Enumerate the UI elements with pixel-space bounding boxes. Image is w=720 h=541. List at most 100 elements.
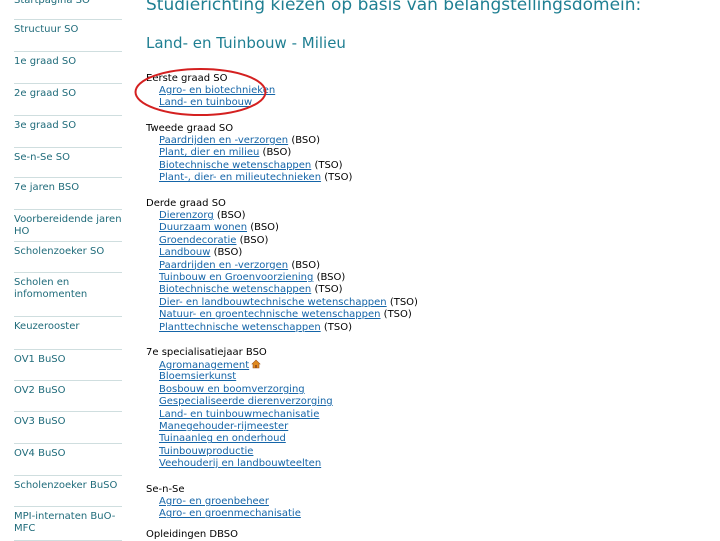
education-type-label: (TSO) [324, 172, 353, 184]
study-option-row: Plant, dier en milieu (BSO) [159, 147, 291, 159]
sidebar-item[interactable]: Scholen en infomomenten [14, 277, 122, 301]
sidebar-divider [14, 475, 122, 476]
study-option-row: Duurzaam wonen (BSO) [159, 222, 279, 234]
sidebar-item[interactable]: OV3 BuSO [14, 416, 122, 428]
study-option-row: Plant-, dier- en milieutechnieken (TSO) [159, 172, 352, 184]
sidebar-divider [14, 443, 122, 444]
study-option-row: Agro- en groenbeheer [159, 496, 269, 508]
study-option-row: Paardrijden en -verzorgen (BSO) [159, 260, 320, 272]
group-heading: 7e specialisatiejaar BSO [146, 347, 267, 358]
sidebar-item[interactable]: Se-n-Se SO [14, 152, 122, 164]
sidebar-nav: Startpagina SO Structuur SO 1e graad SO 2e … [0, 0, 127, 541]
study-option-row: Tuinbouwproductie [159, 446, 253, 458]
study-option-row: Gespecialiseerde dierenverzorging [159, 396, 333, 408]
study-option-row: Land- en tuinbouwmechanisatie [159, 409, 319, 421]
page-title: Studierichting kiezen op basis van belan… [146, 0, 642, 15]
sidebar-item[interactable]: OV4 BuSO [14, 448, 122, 460]
group-heading: Opleidingen DBSO [146, 529, 239, 540]
study-option-row: Groendecoratie (BSO) [159, 235, 268, 247]
study-option-row: Veehouderij en landbouwteelten [159, 458, 321, 470]
education-type-label: (BSO) [291, 135, 321, 146]
group-heading: Se-n-Se [146, 484, 185, 495]
sidebar-divider [14, 19, 122, 20]
education-type-label: (BSO) [262, 147, 292, 159]
education-type-label: (BSO) [250, 222, 279, 234]
study-option-row: Natuur- en groentechnische wetenschappen… [159, 309, 412, 321]
sidebar-divider [14, 241, 122, 242]
study-option-row: Agro- en biotechnieken [159, 85, 275, 97]
sidebar-divider [14, 316, 122, 317]
sidebar-item[interactable]: Keuzerooster [14, 321, 122, 333]
education-type-label: (TSO) [389, 296, 418, 308]
study-link[interactable]: Duurzaam wonen [159, 222, 247, 233]
group-heading: Tweede graad SO [146, 123, 234, 134]
study-link[interactable]: Plant-, dier- en milieutechnieken [159, 172, 321, 183]
study-option-row: Dierenzorg (BSO) [159, 210, 246, 222]
sidebar-divider [14, 115, 122, 116]
study-option-row: Planttechnische wetenschappen (TSO) [159, 322, 352, 334]
study-link[interactable]: Gespecialiseerde dierenverzorging [159, 396, 333, 407]
sidebar-divider [14, 411, 122, 412]
group-heading: Derde graad SO [146, 198, 226, 209]
main-content: Studierichting kiezen op basis van belan… [146, 0, 720, 540]
study-link[interactable]: Bloemsierkunst [159, 371, 236, 382]
study-link[interactable]: Groendecoratie [159, 235, 236, 246]
study-link[interactable]: Agromanagement [159, 360, 249, 371]
education-type-label: (TSO) [314, 159, 343, 171]
study-option-row: Landbouw (BSO) [159, 247, 242, 259]
education-type-label: (BSO) [291, 259, 321, 271]
sidebar-item[interactable]: MPI-internaten BuO-MFC [14, 511, 122, 535]
sidebar-item[interactable]: Structuur SO [14, 24, 122, 36]
sidebar-item[interactable]: OV1 BuSO [14, 354, 122, 366]
sidebar-divider [14, 147, 122, 148]
study-link[interactable]: Paardrijden en -verzorgen [159, 260, 288, 271]
study-link[interactable]: Agro- en groenbeheer [159, 496, 269, 507]
study-link[interactable]: Agro- en biotechnieken [159, 85, 275, 96]
sidebar-item[interactable]: 1e graad SO [14, 56, 122, 68]
sidebar-divider [14, 209, 122, 210]
study-link[interactable]: Land- en tuinbouw [159, 97, 252, 108]
sidebar-item[interactable]: Startpagina SO [14, 0, 122, 7]
sidebar-item[interactable]: Scholenzoeker SO [14, 246, 122, 258]
sidebar-divider [14, 83, 122, 84]
domain-title: Land- en Tuinbouw - Milieu [146, 34, 346, 52]
study-option-row: Biotechnische wetenschappen (TSO) [159, 160, 343, 172]
study-link[interactable]: Biotechnische wetenschappen [159, 160, 311, 171]
study-link[interactable]: Manegehouder-rijmeester [159, 421, 288, 432]
education-type-label: (TSO) [323, 321, 353, 333]
study-link[interactable]: Agro- en groenmechanisatie [159, 508, 301, 519]
sidebar-item[interactable]: Scholenzoeker BuSO [14, 480, 122, 492]
study-option-row: Manegehouder-rijmeester [159, 421, 288, 433]
study-link[interactable]: Planttechnische wetenschappen [159, 322, 321, 333]
sidebar-divider [14, 177, 122, 178]
study-link[interactable]: Dierenzorg [159, 210, 214, 221]
sidebar-item[interactable]: Voorbereidende jaren HO [14, 214, 122, 238]
study-link[interactable]: Natuur- en groentechnische wetenschappen [159, 309, 380, 320]
study-link[interactable]: Landbouw [159, 247, 210, 258]
study-link[interactable]: Tuinaanleg en onderhoud [159, 433, 286, 444]
sidebar-item[interactable]: 2e graad SO [14, 88, 122, 100]
study-link[interactable]: Plant, dier en milieu [159, 147, 259, 158]
study-link[interactable]: Tuinbouw en Groenvoorziening [159, 272, 313, 283]
study-option-row: Bosbouw en boomverzorging [159, 384, 305, 396]
study-option-row: Tuinaanleg en onderhoud [159, 433, 286, 445]
study-option-row: Paardrijden en -verzorgen (BSO) [159, 135, 320, 147]
sidebar-divider [14, 349, 122, 350]
study-option-row: Agro- en groenmechanisatie [159, 508, 301, 520]
education-type-label: (BSO) [316, 272, 346, 283]
study-link[interactable]: Land- en tuinbouwmechanisatie [159, 409, 319, 420]
sidebar-divider [14, 380, 122, 381]
study-link[interactable]: Veehouderij en landbouwteelten [159, 458, 321, 469]
sidebar-divider [14, 506, 122, 507]
sidebar-item[interactable]: 7e jaren BSO [14, 182, 122, 194]
sidebar-item[interactable]: 3e graad SO [14, 120, 122, 132]
sidebar-item[interactable]: OV2 BuSO [14, 385, 122, 397]
education-type-label: (TSO) [314, 284, 343, 296]
study-link[interactable]: Bosbouw en boomverzorging [159, 384, 305, 395]
study-link[interactable]: Paardrijden en -verzorgen [159, 135, 288, 146]
study-link[interactable]: Tuinbouwproductie [159, 446, 253, 457]
sidebar-divider [14, 272, 122, 273]
study-link[interactable]: Biotechnische wetenschappen [159, 284, 311, 295]
study-option-row: Tuinbouw en Groenvoorziening (BSO) [159, 272, 345, 284]
study-link[interactable]: Dier- en landbouwtechnische wetenschappe… [159, 297, 387, 308]
